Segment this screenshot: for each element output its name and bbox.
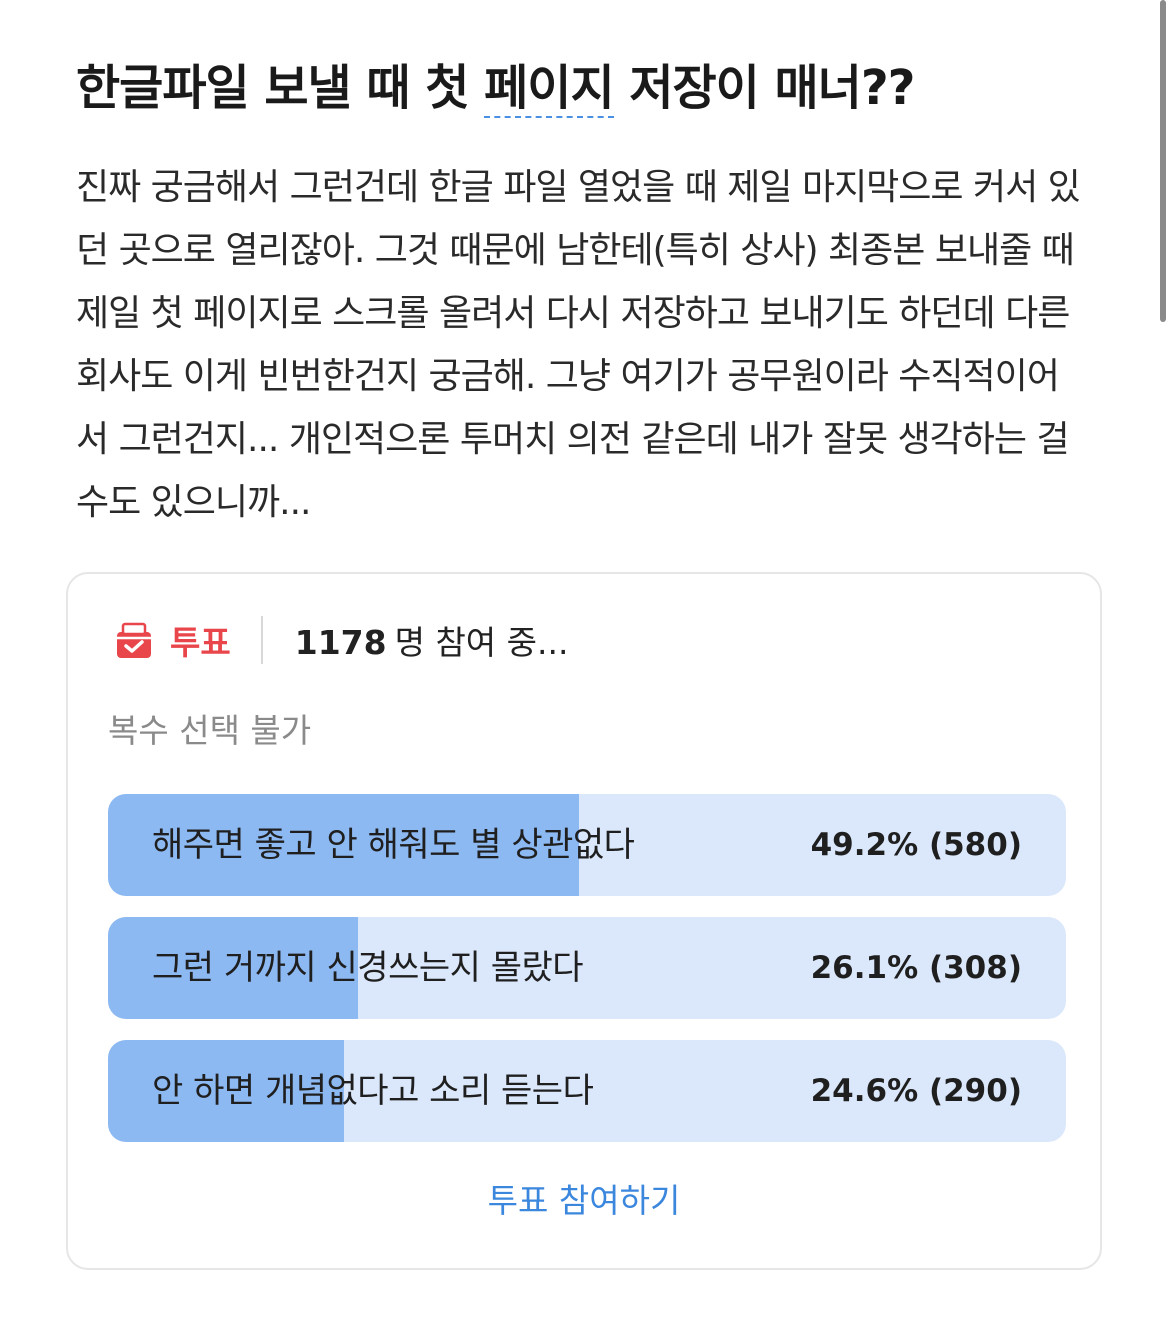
poll-option-3[interactable]: 안 하면 개념없다고 소리 듣는다 24.6% (290) — [108, 1040, 1066, 1142]
post-title-text-start: 한글파일 보낼 때 첫 — [76, 60, 485, 116]
vote-button[interactable]: 투표 참여하기 — [68, 1174, 1100, 1222]
ballot-box-icon — [117, 622, 151, 658]
dictionary-link[interactable]: 페이지 — [484, 60, 615, 118]
poll-option-result: 49.2% (580) — [810, 827, 1022, 863]
participant-status: 1178 명 참여 중... — [295, 616, 569, 664]
post-title: 한글파일 보낼 때 첫 페이지 저장이 매너?? — [76, 52, 1076, 124]
participant-count: 1178 — [294, 623, 387, 662]
poll-option-result: 24.6% (290) — [810, 1073, 1022, 1109]
poll-option-2[interactable]: 그런 거까지 신경쓰는지 몰랐다 26.1% (308) — [108, 917, 1066, 1019]
poll-options: 해주면 좋고 안 해줘도 별 상관없다 49.2% (580) 그런 거까지 신… — [108, 794, 1066, 1163]
scrollbar[interactable] — [1160, 0, 1166, 322]
poll-option-label: 그런 거까지 신경쓰는지 몰랐다 — [152, 948, 584, 988]
participant-suffix: 명 참여 중... — [394, 623, 569, 662]
poll-selection-mode: 복수 선택 불가 — [108, 711, 312, 750]
poll-header: 투표 1178 명 참여 중... — [114, 612, 568, 668]
poll-card: 투표 1178 명 참여 중... 복수 선택 불가 해주면 좋고 안 해줘도 … — [66, 572, 1102, 1270]
poll-label: 투표 — [170, 623, 231, 662]
post-body: 진짜 궁금해서 그런건데 한글 파일 열었을 때 제일 마지막으로 커서 있던 … — [76, 167, 1081, 523]
poll-option-label: 안 하면 개념없다고 소리 듣는다 — [152, 1071, 594, 1111]
poll-option-label: 해주면 좋고 안 해줘도 별 상관없다 — [152, 825, 635, 865]
post-title-text-end: 저장이 매너?? — [613, 60, 915, 116]
poll-option-1[interactable]: 해주면 좋고 안 해줘도 별 상관없다 49.2% (580) — [108, 794, 1066, 896]
poll-option-result: 26.1% (308) — [810, 950, 1022, 986]
header-divider — [260, 616, 263, 664]
